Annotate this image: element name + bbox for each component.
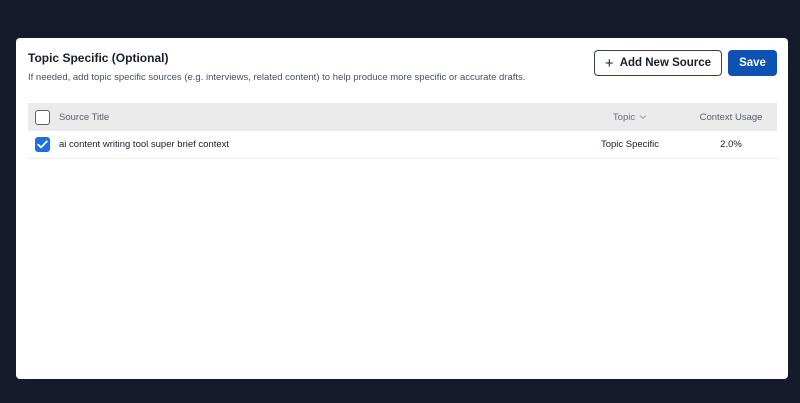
chevron-down-icon	[639, 115, 647, 120]
add-new-source-button[interactable]: + Add New Source	[594, 50, 722, 76]
save-button[interactable]: Save	[728, 50, 777, 76]
header-topic[interactable]: Topic	[598, 112, 662, 123]
row-source-title: ai content writing tool super brief cont…	[59, 139, 230, 150]
row-topic: Topic Specific	[600, 139, 660, 150]
row-context-usage: 2.0%	[720, 139, 742, 150]
table-header: Source Title Topic Context Usage	[28, 103, 777, 131]
sources-table: Source Title Topic Context Usage ai cont…	[28, 103, 777, 159]
header-topic-label: Topic	[612, 111, 636, 123]
sources-panel: Topic Specific (Optional) If needed, add…	[16, 38, 788, 379]
section-title: Topic Specific (Optional)	[28, 51, 169, 65]
checkmark-icon	[37, 140, 48, 149]
add-new-source-label: Add New Source	[619, 57, 712, 69]
section-description: If needed, add topic specific sources (e…	[28, 72, 526, 83]
plus-icon: +	[604, 54, 614, 72]
table-row[interactable]: ai content writing tool super brief cont…	[28, 131, 777, 159]
row-checkbox[interactable]	[35, 137, 50, 152]
header-context-usage: Context Usage	[699, 111, 763, 123]
select-all-checkbox[interactable]	[35, 109, 50, 125]
header-source-title[interactable]: Source Title	[59, 112, 109, 123]
